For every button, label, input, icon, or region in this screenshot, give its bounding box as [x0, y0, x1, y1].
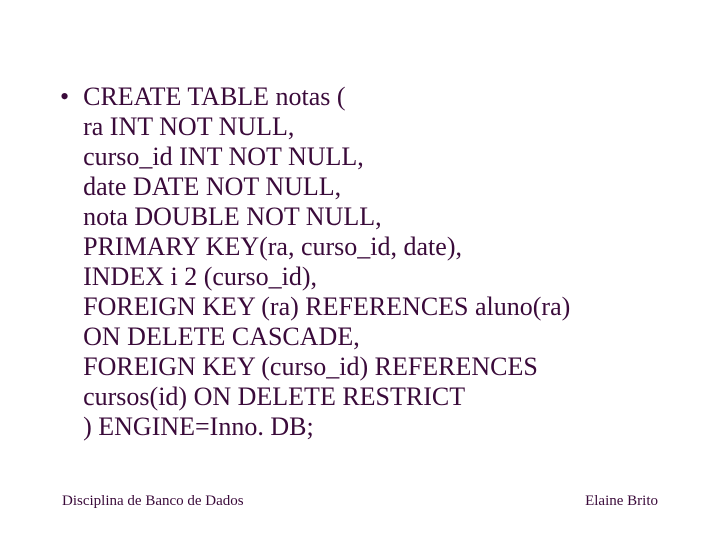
sql-code-block: CREATE TABLE notas ( ra INT NOT NULL, cu… [83, 82, 570, 442]
bullet-item: • CREATE TABLE notas ( ra INT NOT NULL, … [60, 82, 680, 442]
code-line: cursos(id) ON DELETE RESTRICT [83, 382, 570, 412]
code-line: ON DELETE CASCADE, [83, 322, 570, 352]
code-line: INDEX i 2 (curso_id), [83, 262, 570, 292]
code-line: ra INT NOT NULL, [83, 112, 570, 142]
slide-content: • CREATE TABLE notas ( ra INT NOT NULL, … [60, 82, 680, 442]
slide-footer: Disciplina de Banco de Dados Elaine Brit… [62, 493, 658, 510]
code-line: nota DOUBLE NOT NULL, [83, 202, 570, 232]
code-line: curso_id INT NOT NULL, [83, 142, 570, 172]
code-line: FOREIGN KEY (curso_id) REFERENCES [83, 352, 570, 382]
code-line: ) ENGINE=Inno. DB; [83, 412, 570, 442]
bullet-marker: • [60, 82, 69, 112]
code-line: CREATE TABLE notas ( [83, 82, 570, 112]
code-line: FOREIGN KEY (ra) REFERENCES aluno(ra) [83, 292, 570, 322]
footer-right: Elaine Brito [585, 493, 658, 510]
code-line: PRIMARY KEY(ra, curso_id, date), [83, 232, 570, 262]
footer-left: Disciplina de Banco de Dados [62, 493, 244, 510]
code-line: date DATE NOT NULL, [83, 172, 570, 202]
